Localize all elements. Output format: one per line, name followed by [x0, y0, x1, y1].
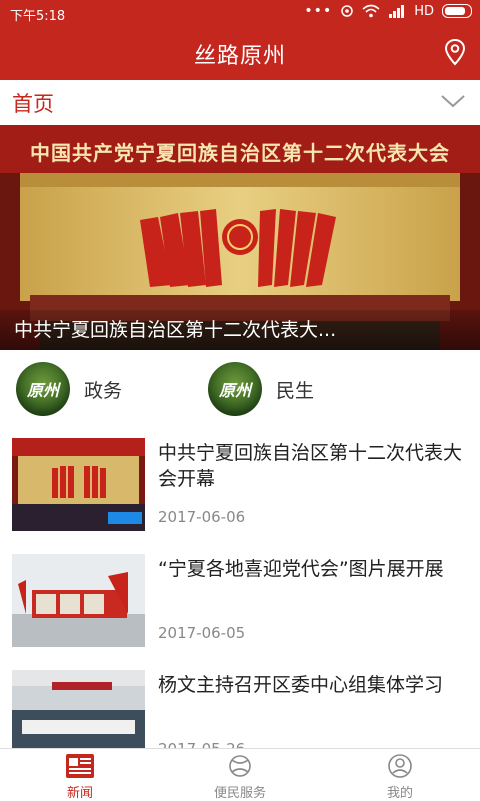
- tab-profile[interactable]: 我的: [320, 749, 480, 801]
- banner-carousel[interactable]: 中国共产党宁夏回族自治区第十二次代表大会 中共宁夏回族自治区第十二次代表大...: [0, 125, 480, 350]
- news-thumbnail: [12, 670, 145, 748]
- category-label: 政务: [84, 379, 123, 402]
- category-government[interactable]: 原州 政务: [16, 362, 123, 416]
- yuanzhou-logo: 原州: [208, 362, 262, 416]
- news-item[interactable]: 中共宁夏回族自治区第十二次代表大会开幕 2017-06-06: [0, 428, 480, 545]
- section-header[interactable]: 首页: [0, 80, 480, 126]
- section-title: 首页: [12, 92, 54, 116]
- newspaper-icon: [66, 754, 94, 778]
- sync-icon: [341, 5, 353, 17]
- tab-news[interactable]: 新闻: [0, 749, 160, 801]
- network-type: HD: [414, 3, 434, 19]
- news-title: “宁夏各地喜迎党代会”图片展开展: [158, 558, 444, 580]
- bottom-tab-bar: 新闻 便民服务 我的: [0, 748, 480, 801]
- category-row: 原州 政务 原州 民生: [0, 350, 480, 429]
- status-bar: 下午5:18 ••• HD: [0, 0, 480, 25]
- news-list[interactable]: 中共宁夏回族自治区第十二次代表大会开幕 2017-06-06 “宁夏各地喜迎党代…: [0, 428, 480, 748]
- tab-label: 我的: [386, 786, 413, 801]
- tab-label: 新闻: [66, 786, 93, 801]
- news-item[interactable]: 杨文主持召开区委中心组集体学习 2017-05-26: [0, 660, 480, 748]
- location-pin-icon[interactable]: [442, 38, 468, 66]
- tab-label: 便民服务: [213, 786, 266, 801]
- battery-icon: [442, 4, 472, 18]
- news-thumbnail: [12, 554, 145, 647]
- category-livelihood[interactable]: 原州 民生: [208, 362, 315, 416]
- more-dots-icon: •••: [304, 3, 333, 19]
- profile-icon: [388, 754, 412, 778]
- hall-banner-text: 中国共产党宁夏回族自治区第十二次代表大会: [30, 141, 450, 165]
- service-icon: [229, 755, 251, 777]
- category-label: 民生: [276, 379, 315, 402]
- news-thumbnail: [12, 438, 145, 531]
- chevron-down-icon[interactable]: [440, 92, 466, 110]
- signal-icon: [389, 5, 405, 18]
- news-item[interactable]: “宁夏各地喜迎党代会”图片展开展 2017-06-05: [0, 544, 480, 661]
- app-title: 丝路原州: [193, 44, 286, 69]
- app-bar: 丝路原州: [0, 25, 480, 80]
- yuanzhou-logo: 原州: [16, 362, 70, 416]
- news-date: 2017-06-06: [158, 508, 246, 526]
- news-title: 中共宁夏回族自治区第十二次代表大会开幕: [158, 442, 463, 490]
- tab-services[interactable]: 便民服务: [160, 749, 320, 801]
- news-title: 杨文主持召开区委中心组集体学习: [158, 674, 444, 696]
- wifi-icon: [362, 4, 380, 18]
- status-time: 下午5:18: [10, 9, 66, 24]
- banner-caption[interactable]: 中共宁夏回族自治区第十二次代表大...: [14, 315, 336, 342]
- status-indicators: ••• HD: [304, 3, 472, 19]
- news-date: 2017-05-26: [158, 740, 245, 748]
- news-date: 2017-06-05: [158, 624, 246, 642]
